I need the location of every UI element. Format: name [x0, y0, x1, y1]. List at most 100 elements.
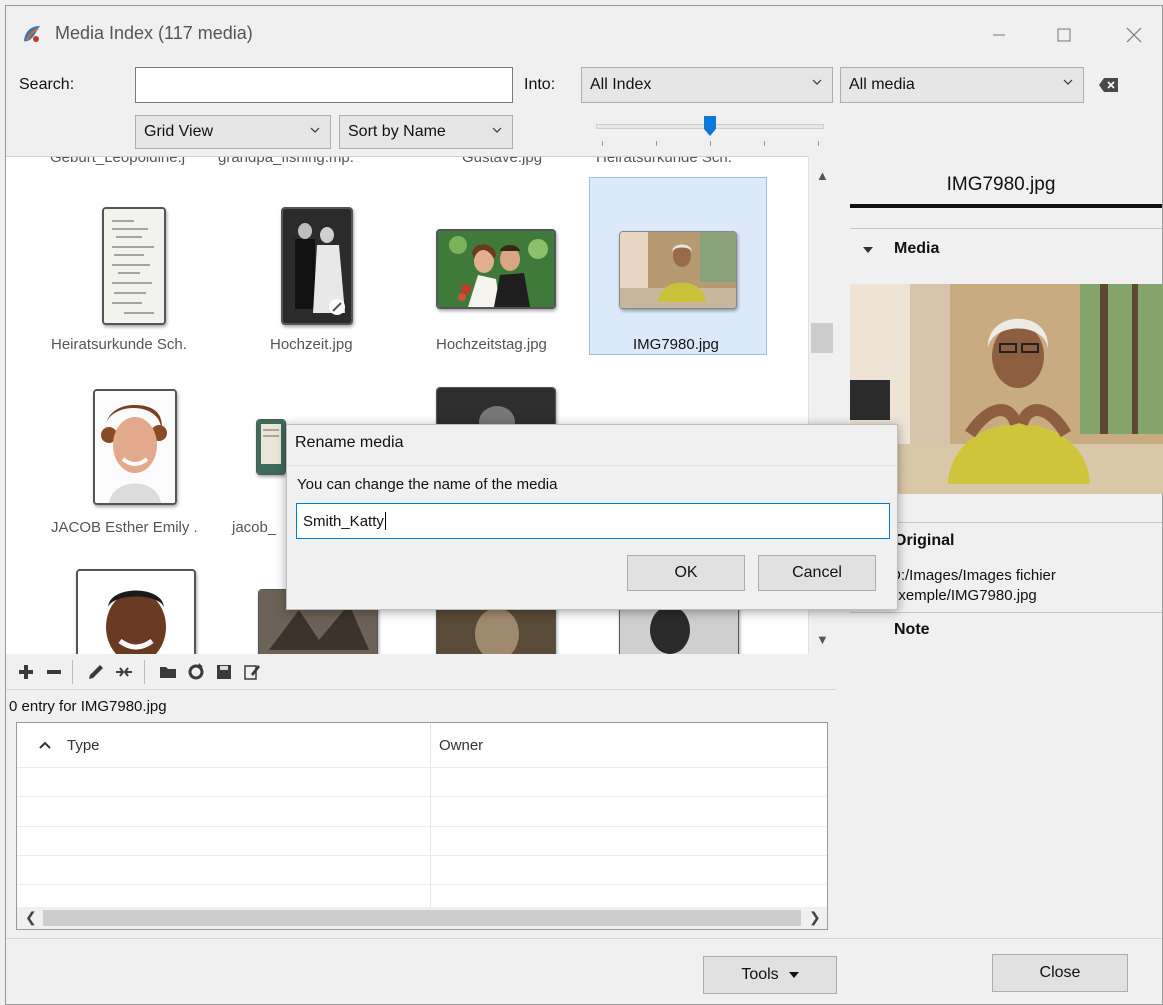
folder-icon[interactable] — [158, 662, 178, 682]
media-label: JACOB Esther Emily . — [51, 519, 198, 536]
cancel-button[interactable]: Cancel — [758, 555, 876, 591]
into-label: Into: — [524, 76, 556, 93]
title-underline — [850, 204, 1162, 208]
bw-portrait — [437, 388, 555, 426]
row-divider — [17, 767, 827, 768]
view-mode-select[interactable]: Grid View — [135, 115, 331, 149]
media-label: Heiratsurkunde Sch. — [51, 336, 187, 353]
scroll-thumb[interactable] — [811, 323, 833, 353]
maximize-button[interactable] — [1046, 18, 1082, 52]
media-filename: IMG7980.jpg — [946, 174, 1056, 195]
bottom-bar: Tools Close — [6, 938, 1162, 1004]
portrait-photo — [620, 232, 736, 308]
chevron-down-icon — [1063, 79, 1073, 85]
app-icon — [24, 26, 40, 42]
rename-media-dialog: Rename media You can change the name of … — [286, 424, 898, 610]
search-input[interactable] — [135, 67, 513, 103]
column-header-type-label: Type — [67, 736, 100, 754]
entries-table: Type Owner ❮ ❯ — [16, 722, 828, 930]
media-label: Hochzeitstag.jpg — [436, 336, 547, 353]
window-title: Media Index (117 media) — [55, 23, 253, 43]
search-label: Search: — [19, 76, 75, 93]
search-scope-select[interactable]: All Index — [581, 67, 833, 103]
media-label: Heiratsurkunde Sch. — [596, 156, 732, 166]
tools-button-label: Tools — [741, 966, 779, 983]
close-icon — [1126, 27, 1142, 43]
media-thumbnail-man-portrait[interactable] — [76, 569, 196, 654]
edit-document-icon[interactable] — [242, 662, 262, 682]
entries-toolbar — [6, 654, 836, 690]
tools-button[interactable]: Tools — [703, 956, 837, 994]
close-window-button[interactable] — [1116, 18, 1152, 52]
search-scope-value: All Index — [590, 76, 652, 93]
add-icon[interactable] — [16, 662, 36, 682]
media-thumbnail-hochzeit[interactable] — [281, 207, 353, 325]
media-filter-select[interactable]: All media — [840, 67, 1084, 103]
scroll-thumb[interactable] — [43, 910, 801, 926]
original-label: Original — [894, 532, 955, 549]
media-thumbnail-jacob-esther[interactable] — [93, 389, 177, 505]
dropdown-arrow-icon — [788, 972, 799, 978]
slider-tick — [818, 141, 819, 146]
wedding-photo — [283, 209, 351, 323]
couple-photo — [438, 231, 554, 307]
original-path-line2: exemple/IMG7980.jpg — [890, 587, 1037, 604]
note-label: Note — [894, 621, 930, 638]
close-button-label: Close — [1039, 964, 1081, 981]
sort-mode-select[interactable]: Sort by Name — [339, 115, 513, 149]
chevron-down-icon — [492, 127, 502, 133]
merge-icon[interactable] — [114, 662, 134, 682]
media-label-selected: IMG7980.jpg — [633, 336, 719, 353]
cancel-button-label: Cancel — [792, 564, 842, 581]
column-header-type[interactable]: Type — [39, 723, 429, 767]
sort-ascending-icon — [39, 741, 51, 749]
media-thumbnail-hochzeitstag[interactable] — [436, 229, 556, 309]
clear-search-icon[interactable] — [1098, 77, 1120, 93]
media-label: Gustave.jpg — [462, 156, 543, 166]
media-thumbnail-portrait-bw[interactable] — [436, 387, 556, 427]
collapse-triangle-icon[interactable] — [862, 245, 874, 255]
sort-mode-value: Sort by Name — [348, 123, 446, 140]
document-image — [104, 209, 164, 323]
woman-portrait — [95, 391, 175, 503]
media-filter-value: All media — [849, 76, 915, 93]
media-label: jacob_ — [232, 519, 277, 536]
scroll-right-icon[interactable]: ❯ — [809, 909, 821, 926]
slider-tick — [656, 141, 657, 146]
section-divider — [850, 228, 1162, 229]
ok-button-label: OK — [674, 564, 698, 581]
rename-input[interactable]: Smith_Katty — [296, 503, 890, 539]
edit-pencil-icon[interactable] — [86, 662, 106, 682]
title-bar: Media Index (117 media) — [6, 6, 1162, 62]
media-label: Hochzeit.jpg — [270, 336, 353, 353]
text-caret — [384, 512, 386, 530]
minimize-button[interactable] — [981, 18, 1017, 52]
media-label: grandpa_fishing.mp. — [218, 156, 354, 166]
media-index-window: Media Index (117 media) Search: Into: Al… — [5, 5, 1163, 1005]
media-thumbnail-heiratsurkunde[interactable] — [102, 207, 166, 325]
row-divider — [17, 796, 827, 797]
media-section-title[interactable]: Media — [894, 240, 939, 258]
ok-button[interactable]: OK — [627, 555, 745, 591]
close-button[interactable]: Close — [992, 954, 1128, 992]
refresh-icon[interactable] — [186, 662, 206, 682]
save-icon[interactable] — [214, 662, 234, 682]
media-thumbnail-img7980[interactable] — [619, 231, 737, 309]
rename-input-value: Smith_Katty — [303, 512, 384, 530]
toolbar-divider — [144, 660, 145, 684]
column-header-owner[interactable]: Owner — [439, 723, 819, 767]
scroll-left-icon[interactable]: ❮ — [25, 909, 37, 926]
remove-icon[interactable] — [44, 662, 64, 682]
scroll-down-icon[interactable]: ▼ — [816, 632, 829, 647]
man-portrait — [78, 571, 194, 654]
section-divider — [850, 612, 1162, 613]
scroll-up-icon[interactable]: ▲ — [816, 168, 829, 183]
view-mode-value: Grid View — [144, 123, 214, 140]
dialog-message: You can change the name of the media — [297, 476, 558, 493]
column-divider — [430, 723, 431, 907]
minimize-icon — [993, 34, 1005, 36]
table-horizontal-scrollbar[interactable]: ❮ ❯ — [17, 907, 827, 929]
media-thumbnail-jacob[interactable] — [256, 419, 286, 475]
slider-thumb[interactable] — [704, 116, 716, 136]
media-label: Geburt_Leopoldine.j — [50, 156, 186, 166]
